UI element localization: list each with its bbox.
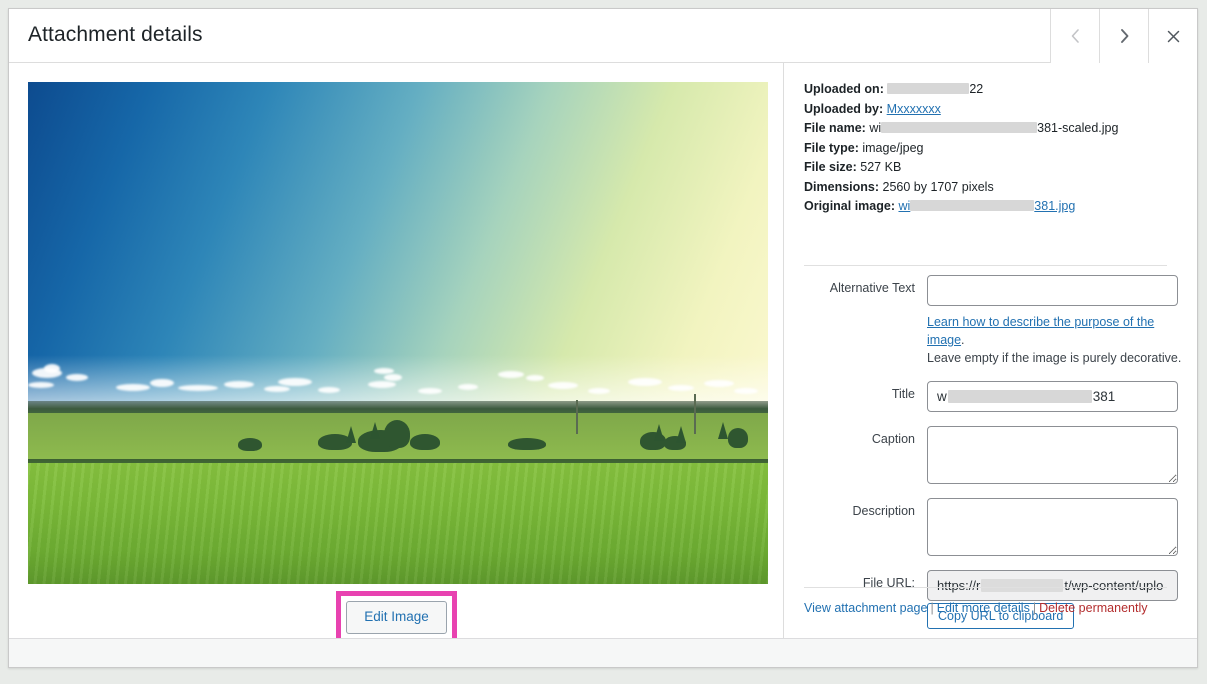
- field-row-description: Description: [785, 498, 1197, 557]
- meta-uploaded-on-value: 22: [969, 82, 984, 96]
- image-near-field: [28, 462, 768, 584]
- original-image-link[interactable]: wi 381.jpg: [898, 199, 1075, 213]
- edit-image-button[interactable]: Edit Image: [346, 601, 447, 634]
- page-title: Attachment details: [28, 23, 203, 46]
- meta-file-size-label: File size:: [804, 160, 857, 174]
- meta-file-size: File size: 527 KB: [804, 159, 1184, 176]
- meta-original-image: Original image: wi 381.jpg: [804, 198, 1184, 215]
- meta-file-name-suffix: 381-scaled.jpg: [1037, 121, 1119, 135]
- redaction-block: [881, 122, 1038, 133]
- meta-file-name: File name: wi 381-scaled.jpg: [804, 120, 1184, 137]
- modal-footer-strip: [9, 638, 1197, 667]
- field-row-title: Title w 381: [785, 381, 1197, 413]
- meta-uploaded-on: Uploaded on: 22: [804, 81, 1184, 98]
- description-label: Description: [852, 504, 915, 519]
- modal-header: Attachment details: [9, 9, 1197, 63]
- meta-file-type-value: image/jpeg: [862, 140, 924, 155]
- meta-dimensions-label: Dimensions:: [804, 179, 880, 194]
- meta-file-size-value: 527 KB: [860, 160, 902, 174]
- meta-file-name-label: File name:: [804, 121, 866, 135]
- alt-text-help: Learn how to describe the purpose of the…: [927, 315, 1182, 366]
- file-url-prefix: https://r: [937, 578, 981, 594]
- attachment-form: Alternative Text Learn how to describe t…: [785, 275, 1197, 643]
- field-row-file-url: File URL: https://r t/wp-content/uplo Cop…: [785, 570, 1197, 630]
- title-value-suffix: 381: [1092, 389, 1116, 405]
- attachment-preview-pane: Edit Image: [9, 63, 784, 644]
- meta-file-type-label: File type:: [804, 140, 859, 155]
- view-attachment-page-link[interactable]: View attachment page: [804, 601, 927, 615]
- caption-label: Caption: [871, 432, 915, 447]
- attachment-metadata: Uploaded on: 22 Uploaded by: Mxxxxxxx Fi…: [804, 81, 1184, 218]
- action-separator: |: [1032, 601, 1037, 615]
- title-value-prefix: w: [937, 389, 947, 405]
- title-label: Title: [891, 387, 915, 402]
- edit-more-details-link[interactable]: Edit more details: [937, 601, 1030, 615]
- title-input[interactable]: w 381: [927, 381, 1178, 413]
- attachment-info-pane: Uploaded on: 22 Uploaded by: Mxxxxxxx Fi…: [785, 63, 1197, 640]
- meta-uploaded-by: Uploaded by: Mxxxxxxx: [804, 101, 1184, 118]
- edit-image-zone: Edit Image: [9, 591, 784, 644]
- field-row-caption: Caption: [785, 426, 1197, 485]
- meta-uploaded-on-label: Uploaded on:: [804, 82, 884, 96]
- attachment-image: [28, 82, 768, 584]
- modal-body: Edit Image Uploaded on: 22 Uploaded by: …: [9, 63, 1197, 644]
- next-attachment-button[interactable]: [1099, 9, 1148, 63]
- action-separator: |: [930, 601, 934, 615]
- file-url-input[interactable]: https://r t/wp-content/uplo: [927, 570, 1178, 602]
- close-icon: [1166, 29, 1181, 44]
- caption-textarea[interactable]: [927, 426, 1178, 485]
- alt-text-label: Alternative Text: [829, 281, 915, 295]
- attachment-actions: View attachment page | Edit more details | D…: [804, 601, 1147, 615]
- meta-original-image-label: Original image:: [804, 199, 895, 213]
- meta-uploaded-by-label: Uploaded by:: [804, 101, 884, 116]
- alt-text-help-note: Leave empty if the image is purely decor…: [927, 351, 1182, 366]
- actions-divider: [804, 587, 1167, 588]
- previous-attachment-button[interactable]: [1050, 9, 1099, 63]
- metadata-divider: [804, 265, 1167, 266]
- meta-dimensions: Dimensions: 2560 by 1707 pixels: [804, 179, 1184, 196]
- meta-dimensions-value: 2560 by 1707 pixels: [882, 179, 994, 194]
- delete-permanently-link[interactable]: Delete permanently: [1039, 601, 1147, 615]
- redaction-block: [910, 200, 1035, 211]
- close-modal-button[interactable]: [1148, 9, 1197, 63]
- meta-file-name-prefix: wi: [869, 121, 882, 135]
- chevron-right-icon: [1118, 27, 1131, 45]
- highlight-box: Edit Image: [336, 591, 457, 644]
- redaction-block: [947, 390, 1092, 404]
- modal-nav-buttons: [1050, 9, 1197, 63]
- alt-text-input[interactable]: [927, 275, 1178, 306]
- uploader-link[interactable]: Mxxxxxxx: [887, 102, 941, 116]
- description-textarea[interactable]: [927, 498, 1178, 557]
- chevron-left-icon: [1069, 27, 1082, 45]
- redaction-block: [887, 83, 970, 94]
- meta-file-type: File type: image/jpeg: [804, 140, 1184, 157]
- redaction-block: [981, 579, 1064, 593]
- file-url-suffix: t/wp-content/uplo: [1064, 578, 1164, 594]
- field-row-alt-text: Alternative Text Learn how to describe t…: [785, 275, 1197, 367]
- attachment-details-modal: Attachment details Edit Image Uploaded o…: [8, 8, 1198, 668]
